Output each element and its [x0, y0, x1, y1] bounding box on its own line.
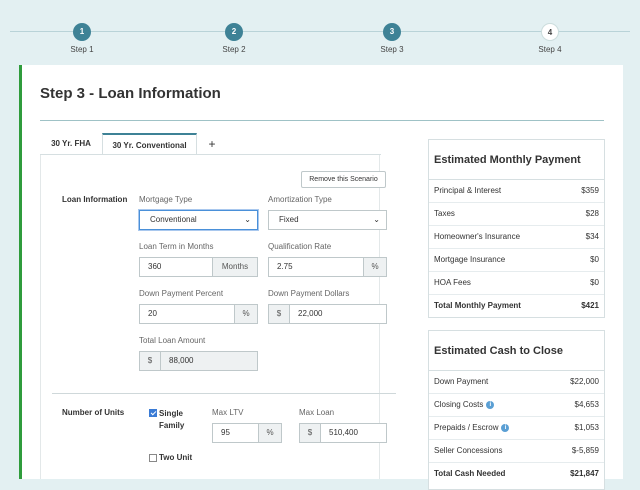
prepaids-escrow-row: Prepaids / Escrow i $1,053 — [429, 417, 604, 440]
monthly-payment-panel: Estimated Monthly Payment Principal & In… — [428, 139, 605, 318]
step-1[interactable]: 1 Step 1 — [52, 23, 112, 54]
info-icon[interactable]: i — [501, 423, 510, 432]
mortgage-insurance-row: Mortgage Insurance $0 — [429, 249, 604, 272]
total-loan-amount-label: Total Loan Amount — [139, 336, 206, 345]
loan-information-heading: Loan Information — [62, 195, 128, 204]
down-payment-percent-label: Down Payment Percent — [139, 289, 224, 298]
max-ltv-unit: % — [258, 423, 282, 443]
cash-to-close-panel: Estimated Cash to Close Down Payment $22… — [428, 330, 605, 490]
tab-30yr-fha[interactable]: 30 Yr. FHA — [40, 133, 102, 155]
seller-concessions-row: Seller Concessions $-5,859 — [429, 440, 604, 463]
row-value: $34 — [585, 232, 599, 241]
max-loan-prefix: $ — [299, 423, 321, 443]
closing-costs-row: Closing Costs i $4,653 — [429, 394, 604, 417]
down-payment-row: Down Payment $22,000 — [429, 371, 604, 394]
row-label: HOA Fees — [434, 278, 471, 287]
mortgage-type-select[interactable]: Conventional ⌄ — [139, 210, 258, 230]
max-ltv-label: Max LTV — [212, 408, 244, 417]
row-value: $1,053 — [574, 423, 599, 432]
total-monthly-payment-row: Total Monthly Payment $421 — [429, 295, 604, 317]
step-4[interactable]: 4 Step 4 — [520, 23, 580, 54]
total-value: $421 — [581, 301, 599, 310]
qualification-rate-input[interactable]: 2.75 — [268, 257, 364, 277]
total-label: Total Cash Needed — [434, 469, 506, 478]
mortgage-type-value: Conventional — [150, 215, 197, 224]
down-payment-percent-input[interactable]: 20 — [139, 304, 235, 324]
down-payment-dollars-label: Down Payment Dollars — [268, 289, 350, 298]
max-ltv-input[interactable]: 95 — [212, 423, 259, 443]
mortgage-type-label: Mortgage Type — [139, 195, 193, 204]
row-value: $359 — [581, 186, 599, 195]
page-title: Step 3 - Loan Information — [40, 85, 221, 102]
row-label: Taxes — [434, 209, 455, 218]
row-label: Down Payment — [434, 377, 489, 386]
row-label: Homeowner's Insurance — [434, 232, 521, 241]
row-label: Prepaids / Escrow — [434, 423, 499, 432]
section-divider — [52, 393, 396, 394]
row-value: $22,000 — [570, 377, 599, 386]
amortization-type-value: Fixed — [279, 215, 299, 224]
step-2-label: Step 2 — [222, 45, 246, 54]
monthly-payment-title: Estimated Monthly Payment — [429, 140, 604, 180]
down-payment-percent-unit: % — [234, 304, 258, 324]
row-label: Closing Costs — [434, 400, 484, 409]
total-value: $21,847 — [570, 469, 599, 478]
qualification-rate-unit: % — [363, 257, 387, 277]
row-label: Mortgage Insurance — [434, 255, 506, 264]
step-1-number: 1 — [73, 23, 91, 41]
loan-term-unit: Months — [212, 257, 258, 277]
step-2[interactable]: 2 Step 2 — [204, 23, 264, 54]
loan-info-card: Step 3 - Loan Information 30 Yr. FHA 30 … — [19, 65, 623, 490]
single-family-checkbox[interactable] — [149, 409, 157, 417]
row-value: $0 — [590, 278, 599, 287]
total-loan-amount-field: 88,000 — [160, 351, 258, 371]
amortization-type-label: Amortization Type — [268, 195, 332, 204]
max-loan-input[interactable]: 510,400 — [320, 423, 387, 443]
info-icon[interactable]: i — [486, 400, 495, 409]
total-label: Total Monthly Payment — [434, 301, 521, 310]
total-loan-amount-prefix: $ — [139, 351, 161, 371]
loan-term-input[interactable]: 360 — [139, 257, 213, 277]
cash-to-close-title: Estimated Cash to Close — [429, 331, 604, 371]
add-scenario-tab[interactable]: + — [200, 133, 224, 155]
row-value: $28 — [585, 209, 599, 218]
single-family-label[interactable]: Single Family — [159, 408, 199, 432]
tab-30yr-conventional[interactable]: 30 Yr. Conventional — [102, 133, 197, 155]
amortization-type-select[interactable]: Fixed ⌄ — [268, 210, 387, 230]
step-3[interactable]: 3 Step 3 — [362, 23, 422, 54]
row-value: $0 — [590, 255, 599, 264]
row-label: Principal & Interest — [434, 186, 502, 195]
loan-term-label: Loan Term in Months — [139, 242, 214, 251]
taxes-row: Taxes $28 — [429, 203, 604, 226]
step-2-number: 2 — [225, 23, 243, 41]
total-cash-needed-row: Total Cash Needed $21,847 — [429, 463, 604, 485]
step-1-label: Step 1 — [70, 45, 94, 54]
two-unit-label[interactable]: Two Unit — [159, 452, 192, 464]
row-value: $-5,859 — [571, 446, 599, 455]
homeowners-insurance-row: Homeowner's Insurance $34 — [429, 226, 604, 249]
chevron-down-icon: ⌄ — [244, 215, 251, 224]
hoa-fees-row: HOA Fees $0 — [429, 272, 604, 295]
step-3-label: Step 3 — [380, 45, 404, 54]
title-divider — [40, 120, 604, 121]
step-4-number: 4 — [541, 23, 559, 41]
down-payment-dollars-input[interactable]: 22,000 — [289, 304, 387, 324]
max-loan-label: Max Loan — [299, 408, 335, 417]
progress-stepper: 1 Step 1 2 Step 2 3 Step 3 4 Step 4 — [0, 0, 640, 64]
step-4-label: Step 4 — [538, 45, 562, 54]
step-3-number: 3 — [383, 23, 401, 41]
principal-interest-row: Principal & Interest $359 — [429, 180, 604, 203]
two-unit-checkbox[interactable] — [149, 454, 157, 462]
chevron-down-icon: ⌄ — [373, 215, 380, 224]
row-value: $4,653 — [574, 400, 599, 409]
qualification-rate-label: Qualification Rate — [268, 242, 332, 251]
number-of-units-heading: Number of Units — [62, 408, 125, 417]
down-payment-dollars-prefix: $ — [268, 304, 290, 324]
remove-scenario-button[interactable]: Remove this Scenario — [301, 171, 386, 188]
row-label: Seller Concessions — [434, 446, 503, 455]
